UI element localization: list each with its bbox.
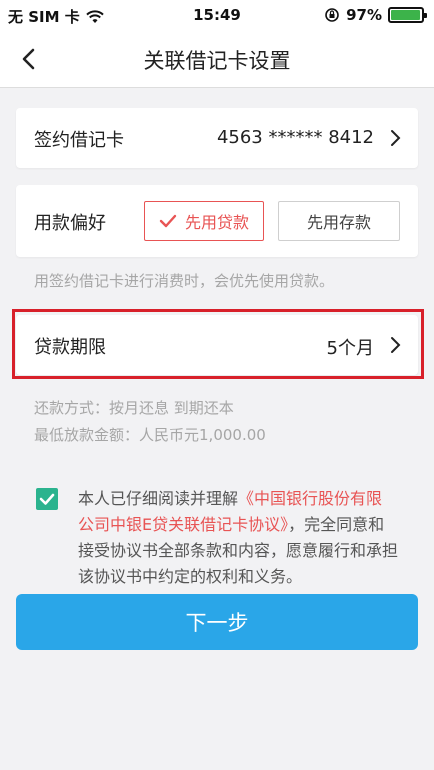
debit-card-number: 4563 ****** 8412 bbox=[216, 127, 374, 148]
next-step-button[interactable]: 下一步 bbox=[16, 594, 418, 650]
checkmark-icon bbox=[159, 214, 177, 228]
orientation-lock-icon bbox=[325, 8, 339, 22]
status-right-group: 97% bbox=[324, 6, 427, 24]
preference-hint: 用签约借记卡进行消费时，会优先使用贷款。 bbox=[34, 272, 335, 290]
debit-card-label: 签约借记卡 bbox=[34, 130, 124, 151]
minimum-amount: 最低放款金额：人民币元1,000.00 bbox=[34, 426, 266, 444]
deposit-first-option[interactable]: 先用存款 bbox=[278, 201, 400, 241]
agreement-text-before: 本人已仔细阅读并理解 bbox=[78, 489, 239, 508]
preference-row: 用款偏好 先用贷款 先用存款 bbox=[16, 185, 418, 257]
preference-label: 用款偏好 bbox=[34, 213, 106, 234]
agreement-text: 本人已仔细阅读并理解《中国银行股份有限公司中银E贷关联借记卡协议》，完全同意和接… bbox=[78, 486, 398, 590]
battery-icon bbox=[388, 7, 427, 23]
battery-fill bbox=[391, 10, 421, 20]
nav-bar: 关联借记卡设置 bbox=[0, 30, 434, 88]
checkmark-icon bbox=[39, 493, 55, 505]
loan-term-highlight-box bbox=[12, 309, 424, 379]
page-title: 关联借记卡设置 bbox=[143, 49, 291, 73]
agreement-checkbox[interactable] bbox=[36, 488, 58, 510]
loan-first-option[interactable]: 先用贷款 bbox=[144, 201, 264, 241]
repayment-method: 还款方式：按月还息 到期还本 bbox=[34, 399, 234, 417]
debit-card-row[interactable]: 签约借记卡 4563 ****** 8412 bbox=[16, 108, 418, 168]
battery-percent: 97% bbox=[346, 6, 382, 24]
chevron-right-icon bbox=[391, 130, 401, 146]
status-bar: 无 SIM 卡 15:49 97% bbox=[0, 0, 434, 30]
next-step-label: 下一步 bbox=[185, 611, 249, 635]
deposit-first-label: 先用存款 bbox=[306, 213, 371, 232]
loan-first-label: 先用贷款 bbox=[184, 213, 249, 232]
